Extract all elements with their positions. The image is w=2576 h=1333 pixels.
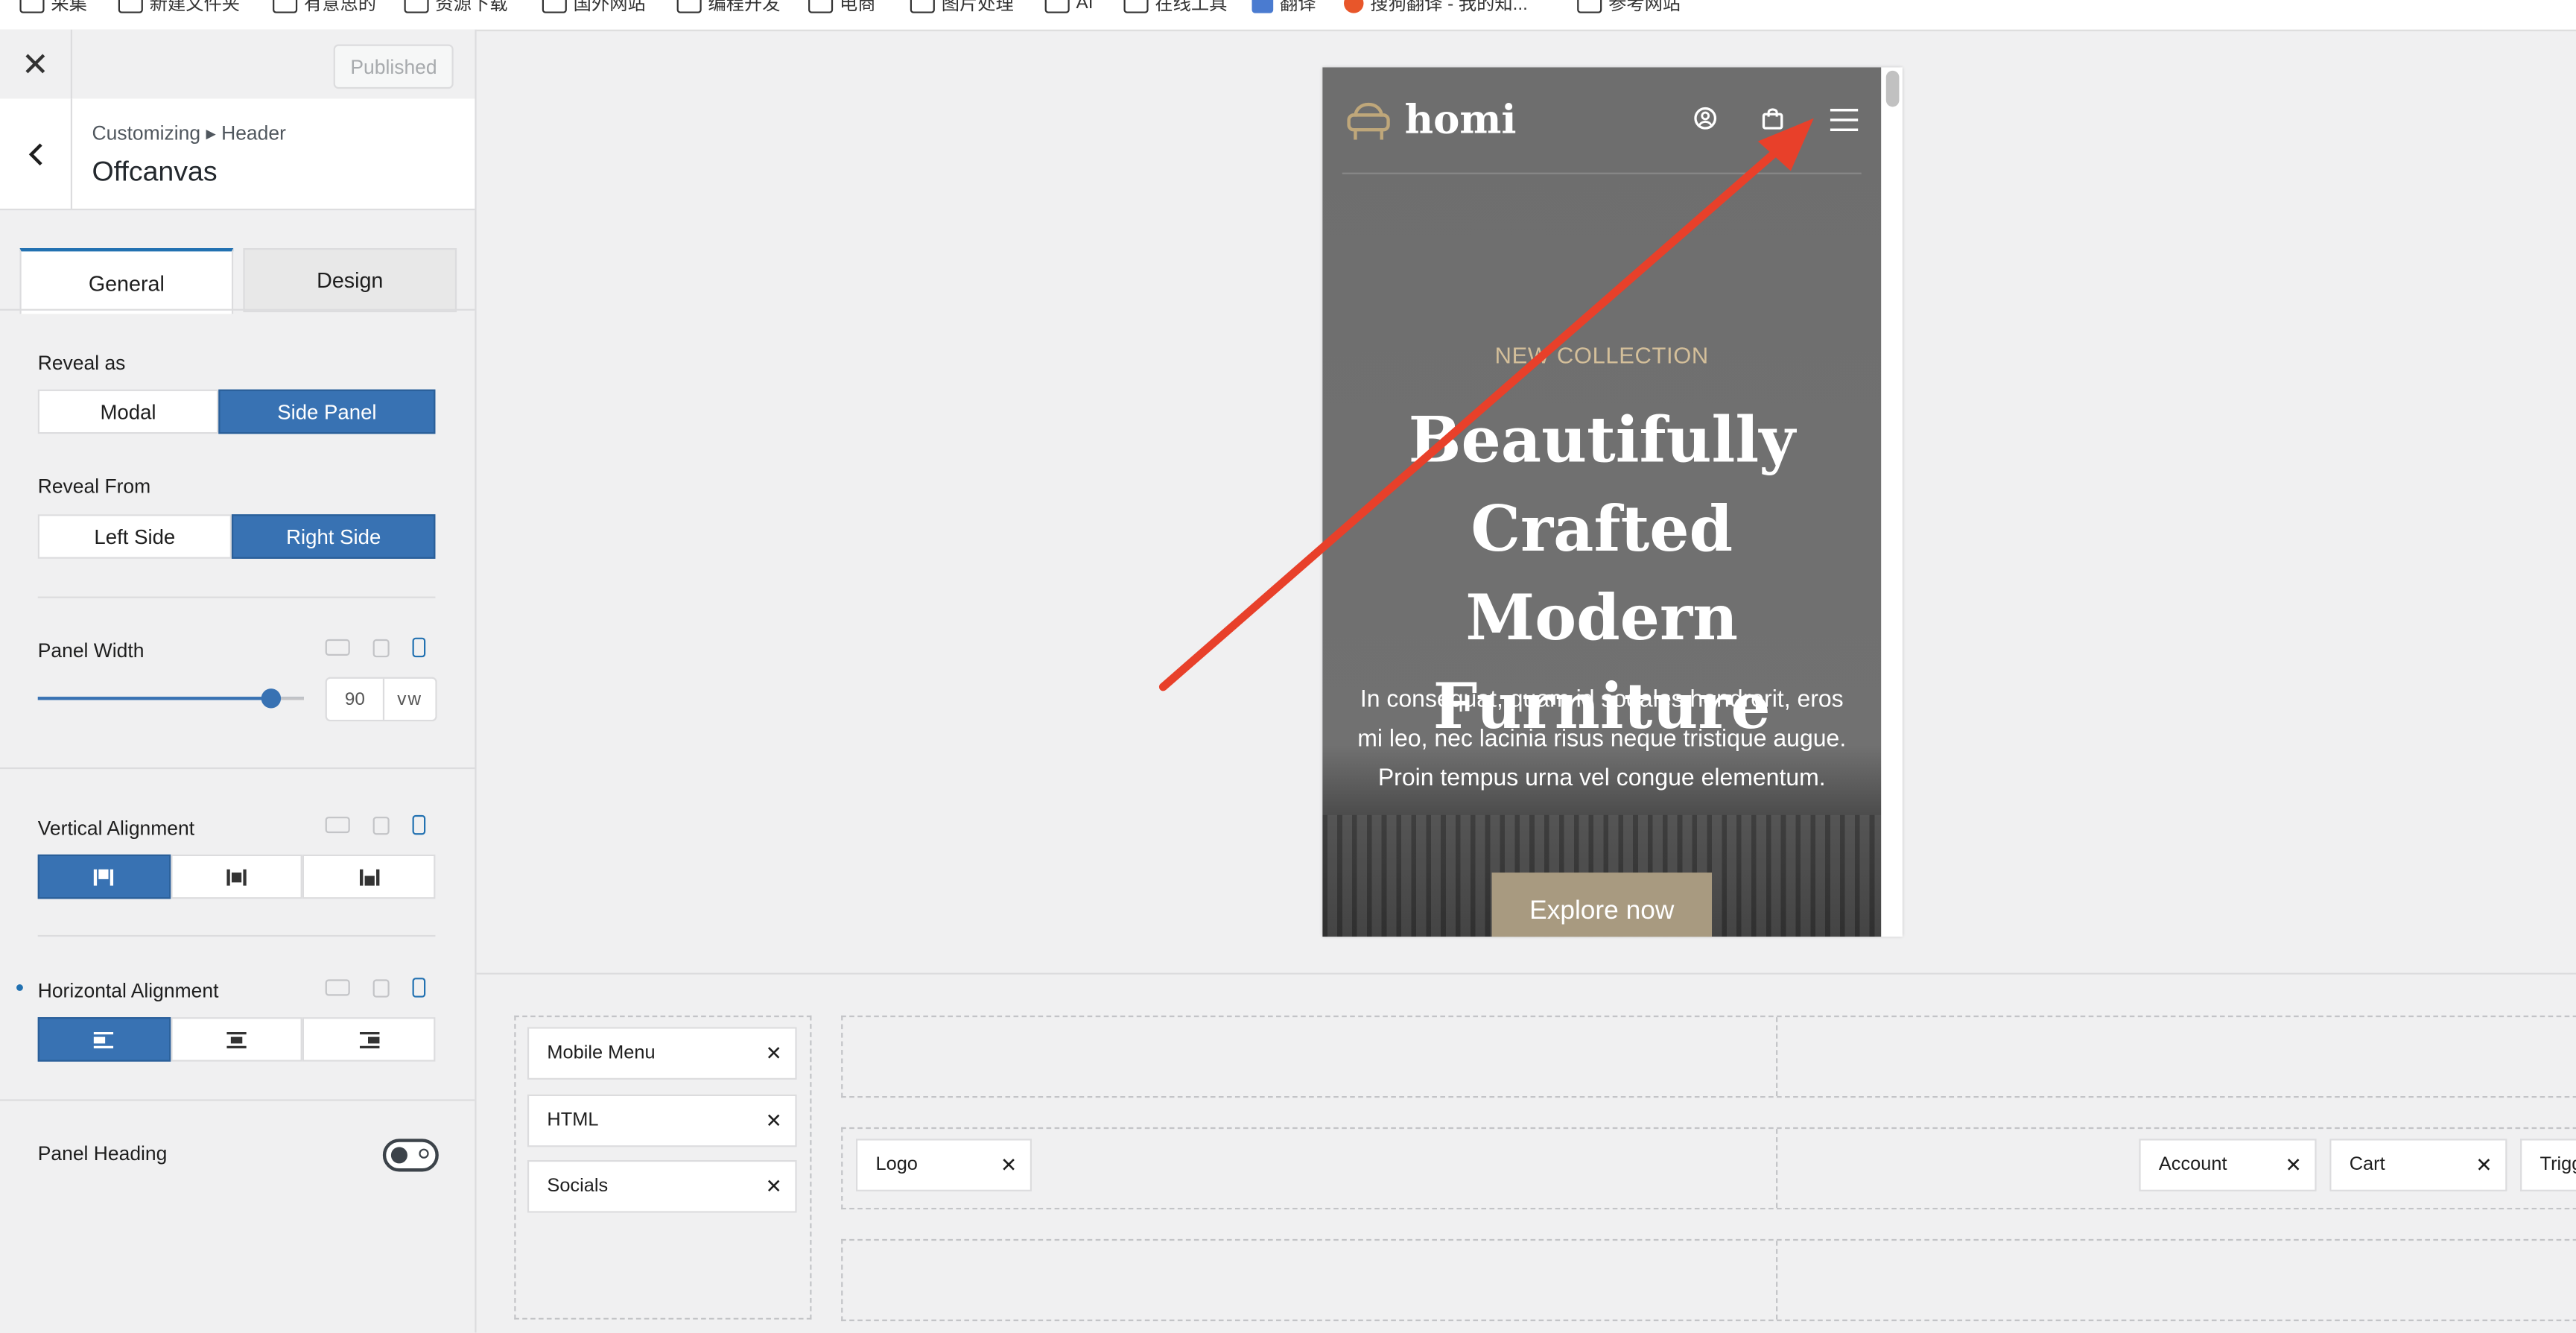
remove-icon[interactable]: ✕: [1000, 1153, 1017, 1177]
item-label: Logo: [875, 1155, 918, 1175]
remove-icon[interactable]: ✕: [766, 1175, 782, 1198]
builder-item-mobile-menu[interactable]: Mobile Menu ✕: [527, 1027, 797, 1080]
builder-row-top[interactable]: [841, 1015, 2576, 1098]
builder-item-logo[interactable]: Logo ✕: [856, 1139, 1032, 1191]
item-label: HTML: [547, 1110, 599, 1131]
item-label: Cart: [2349, 1155, 2385, 1175]
builder-item-html[interactable]: HTML ✕: [527, 1094, 797, 1147]
builder-item-cart[interactable]: Cart ✕: [2329, 1139, 2507, 1191]
row-divider: [1776, 1129, 1778, 1208]
builder-item-socials[interactable]: Socials ✕: [527, 1160, 797, 1213]
item-label: Trigger: [2539, 1155, 2576, 1175]
remove-icon[interactable]: ✕: [2285, 1153, 2302, 1177]
item-label: Account: [2158, 1155, 2227, 1175]
remove-icon[interactable]: ✕: [766, 1109, 782, 1133]
builder-row-bottom[interactable]: [841, 1238, 2576, 1322]
item-label: Mobile Menu: [547, 1043, 656, 1063]
row-divider: [1776, 1017, 1778, 1097]
customizer-screen: 采集 新建文件夹 有意思的 资源下载 国外网站 编程开发 电商 图片处理 AI …: [0, 0, 2576, 1333]
builder-item-trigger[interactable]: Trigger: [2520, 1139, 2576, 1191]
builder-item-account[interactable]: Account ✕: [2139, 1139, 2317, 1191]
remove-icon[interactable]: ✕: [766, 1042, 782, 1065]
item-label: Socials: [547, 1177, 609, 1197]
remove-icon[interactable]: ✕: [2475, 1153, 2492, 1177]
row-divider: [1776, 1241, 1778, 1320]
header-builder: Mobile Menu ✕ HTML ✕ Socials ✕ Logo ✕ Accoun…: [476, 972, 2576, 1333]
